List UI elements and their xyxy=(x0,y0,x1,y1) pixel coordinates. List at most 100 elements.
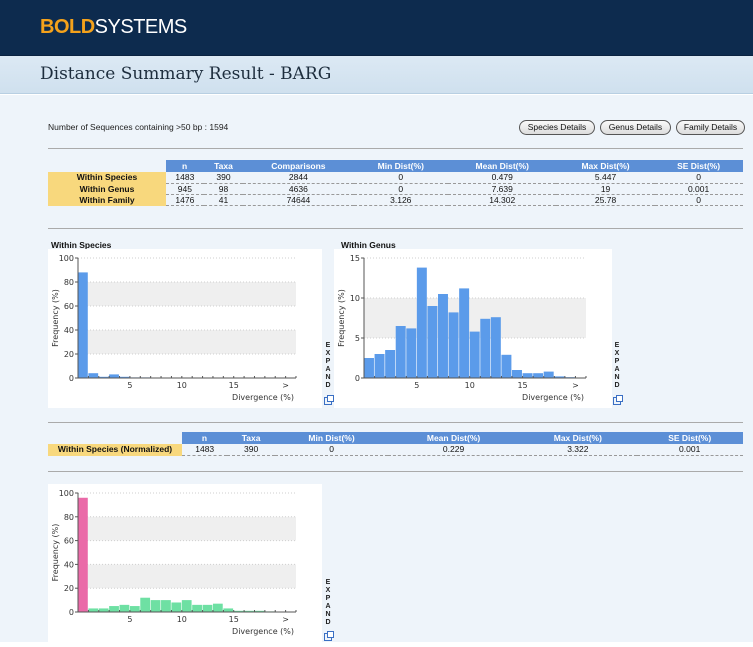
col-min-dist: Min Dist(%) xyxy=(354,160,448,172)
normalized-chart-panel: 02040608010051015>Divergence (%)Frequenc… xyxy=(48,484,322,642)
genus-expand-link[interactable]: EXPAND xyxy=(612,342,622,390)
histogram-bar xyxy=(364,358,374,378)
histogram-bar xyxy=(491,317,501,378)
histogram-bar xyxy=(151,600,161,612)
y-tick-label: 20 xyxy=(64,584,74,593)
cell: 14.302 xyxy=(448,194,557,205)
y-tick-label: 80 xyxy=(64,278,74,287)
cell: 1483 xyxy=(182,444,227,455)
x-tick-label: 15 xyxy=(517,381,527,390)
row-label: Within Species xyxy=(48,172,166,183)
species-chart-panel: 02040608010051015>Divergence (%)Frequenc… xyxy=(48,249,322,408)
logo-bold: BOLD xyxy=(40,16,95,38)
col-taxa: Taxa xyxy=(204,160,243,172)
histogram-bar xyxy=(192,605,202,612)
species-histogram: 02040608010051015>Divergence (%)Frequenc… xyxy=(48,249,322,408)
cell: 4636 xyxy=(243,183,353,194)
histogram-bar xyxy=(161,600,171,612)
y-tick-label: 5 xyxy=(355,334,360,343)
divider xyxy=(48,148,743,149)
divider xyxy=(48,422,743,423)
species-details-button[interactable]: Species Details xyxy=(519,120,595,135)
histogram-bar xyxy=(533,373,543,378)
grid-band xyxy=(78,517,296,541)
y-tick-label: 0 xyxy=(355,374,360,383)
col-n: n xyxy=(182,432,227,444)
grid-band xyxy=(78,564,296,588)
table-header-row: n Taxa Min Dist(%) Mean Dist(%) Max Dist… xyxy=(48,432,743,444)
histogram-bar xyxy=(109,606,119,612)
histogram-bar xyxy=(417,268,427,378)
logo-systems: SYSTEMS xyxy=(95,16,187,38)
y-axis-label: Frequency (%) xyxy=(51,524,60,582)
expand-icon[interactable] xyxy=(324,397,332,405)
histogram-bar xyxy=(203,605,213,612)
table-header-row: n Taxa Comparisons Min Dist(%) Mean Dist… xyxy=(48,160,743,172)
histogram-bar xyxy=(120,605,130,612)
title-bar: Distance Summary Result - BARG xyxy=(0,56,753,94)
normalized-summary-table: n Taxa Min Dist(%) Mean Dist(%) Max Dist… xyxy=(48,432,743,456)
cell: 390 xyxy=(227,444,274,455)
cell: 2844 xyxy=(243,172,353,183)
genus-chart-panel: 05101551015>Divergence (%)Frequency (%) xyxy=(334,249,612,408)
expand-icon[interactable] xyxy=(613,397,621,405)
cell: 0.001 xyxy=(655,183,743,194)
y-tick-label: 80 xyxy=(64,513,74,522)
y-tick-label: 10 xyxy=(350,294,360,303)
x-tick-label: 10 xyxy=(177,615,187,624)
col-se-dist: SE Dist(%) xyxy=(655,160,743,172)
cell: 1476 xyxy=(166,194,204,205)
col-comparisons: Comparisons xyxy=(243,160,353,172)
row-label: Within Species (Normalized) xyxy=(48,444,182,455)
col-taxa: Taxa xyxy=(227,432,274,444)
row-label: Within Genus xyxy=(48,183,166,194)
normalized-expand-link[interactable]: EXPAND xyxy=(323,579,333,627)
histogram-bar xyxy=(501,355,511,378)
table-row: Within Family 1476 41 74644 3.126 14.302… xyxy=(48,194,743,205)
histogram-bar xyxy=(523,373,533,378)
cell: 41 xyxy=(204,194,243,205)
y-tick-label: 60 xyxy=(64,302,74,311)
x-axis-label: Divergence (%) xyxy=(522,393,584,402)
y-tick-label: 0 xyxy=(69,374,74,383)
species-expand-link[interactable]: EXPAND xyxy=(323,342,333,390)
histogram-bar xyxy=(427,306,437,378)
histogram-bar xyxy=(140,598,150,612)
cell: 0 xyxy=(655,172,743,183)
cell: 390 xyxy=(204,172,243,183)
bold-systems-logo[interactable]: BOLDSYSTEMS xyxy=(40,16,187,39)
header-blank xyxy=(48,160,166,172)
histogram-bar xyxy=(213,604,223,612)
cell: 19 xyxy=(556,183,654,194)
row-label: Within Family xyxy=(48,194,166,205)
col-n: n xyxy=(166,160,204,172)
cell: 0 xyxy=(275,444,388,455)
histogram-bar xyxy=(78,272,88,378)
histogram-bar xyxy=(406,328,416,378)
col-max-dist: Max Dist(%) xyxy=(519,432,637,444)
x-tick-label: > xyxy=(282,381,289,390)
family-details-button[interactable]: Family Details xyxy=(676,120,745,135)
histogram-bar xyxy=(512,370,522,378)
col-mean-dist: Mean Dist(%) xyxy=(388,432,519,444)
x-tick-label: > xyxy=(572,381,579,390)
y-tick-label: 40 xyxy=(64,560,74,569)
cell: 5.447 xyxy=(556,172,654,183)
x-axis-label: Divergence (%) xyxy=(232,627,294,636)
grid-band xyxy=(78,282,296,306)
table-row: Within Species 1483 390 2844 0 0.479 5.4… xyxy=(48,172,743,183)
y-tick-label: 20 xyxy=(64,350,74,359)
col-mean-dist: Mean Dist(%) xyxy=(448,160,557,172)
x-tick-label: > xyxy=(282,615,289,624)
x-tick-label: 5 xyxy=(127,381,132,390)
x-tick-label: 10 xyxy=(177,381,187,390)
sequence-count: Number of Sequences containing >50 bp : … xyxy=(48,122,228,132)
x-tick-label: 15 xyxy=(229,615,239,624)
histogram-bar xyxy=(78,498,88,612)
cell: 3.322 xyxy=(519,444,637,455)
expand-icon[interactable] xyxy=(324,633,332,641)
y-axis-label: Frequency (%) xyxy=(337,289,346,347)
histogram-bar xyxy=(130,606,140,612)
cell: 1483 xyxy=(166,172,204,183)
genus-details-button[interactable]: Genus Details xyxy=(600,120,671,135)
